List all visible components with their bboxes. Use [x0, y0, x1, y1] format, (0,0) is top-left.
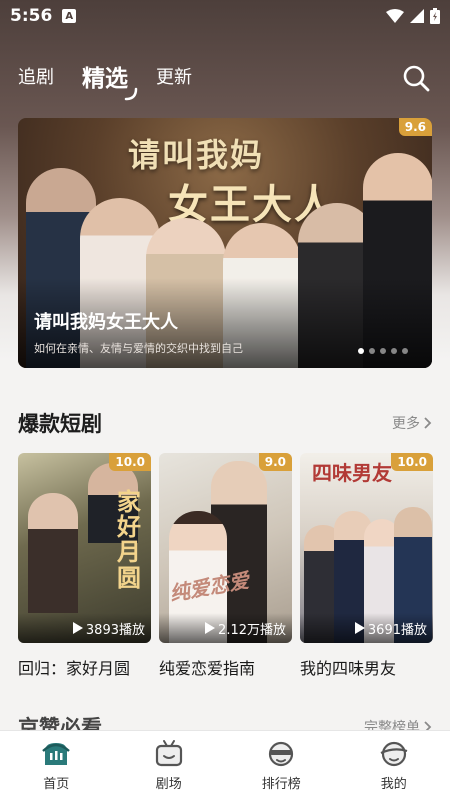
status-time: 5:56 — [10, 6, 53, 26]
tab-featured-label: 精选 — [82, 66, 128, 92]
status-icons — [386, 8, 440, 24]
signal-icon — [410, 9, 424, 23]
tab-featured[interactable]: 精选 — [82, 59, 138, 101]
tab-updates[interactable]: 更新 — [156, 63, 192, 89]
play-count: 2.12万播放 — [159, 613, 292, 643]
nav-ranking[interactable]: 排行榜 — [225, 731, 338, 800]
drama-title: 回归：家好月圆 — [18, 659, 131, 678]
tab-following[interactable]: 追剧 — [18, 63, 54, 89]
battery-icon — [430, 8, 440, 24]
play-icon — [354, 622, 365, 634]
nav-home[interactable]: 首页 — [0, 731, 113, 800]
poster-title-art: 家好月圆 — [117, 487, 141, 592]
play-icon — [72, 622, 83, 634]
ranking-icon — [269, 741, 294, 767]
more-label: 更多 — [392, 416, 420, 432]
banner-pagination — [358, 348, 408, 354]
nav-profile-label: 我的 — [380, 777, 407, 792]
nav-theater[interactable]: 剧场 — [113, 731, 226, 800]
top-tab-bar: 追剧 精选 更新 — [0, 56, 450, 101]
status-bar: 5:56 A — [0, 0, 450, 32]
drama-poster[interactable]: 四味男友 10.0 3691播放 — [300, 453, 433, 643]
pagination-dot[interactable] — [402, 348, 408, 354]
home-icon — [42, 743, 71, 765]
play-count-text: 3893播放 — [85, 622, 145, 638]
drama-title: 纯爱恋爱指南 — [159, 659, 256, 678]
play-count-text: 3691播放 — [367, 622, 427, 638]
banner-rating-badge: 9.6 — [398, 118, 432, 136]
tv-icon — [155, 740, 182, 767]
nav-theater-label: 剧场 — [155, 777, 182, 792]
search-icon[interactable] — [402, 64, 430, 92]
banner-description: 如何在亲情、友情与爱情的交织中找到自己 — [34, 342, 243, 355]
drama-card[interactable]: 家好月圆 10.0 3893播放 回归：家好月圆 — [18, 453, 151, 679]
drama-card[interactable]: 纯爱恋爱 9.0 2.12万播放 纯爱恋爱指南 — [159, 453, 292, 679]
banner-title: 请叫我妈女王大人 — [34, 312, 178, 333]
more-link[interactable]: 更多 — [392, 413, 432, 433]
poster-rating-badge: 9.0 — [258, 453, 292, 471]
play-count: 3893播放 — [18, 613, 151, 643]
play-count: 3691播放 — [300, 613, 433, 643]
pagination-dot[interactable] — [380, 348, 386, 354]
play-count-text: 2.12万播放 — [218, 622, 286, 638]
chevron-right-icon — [424, 417, 432, 429]
nav-profile[interactable]: 我的 — [338, 731, 450, 800]
nav-home-label: 首页 — [43, 777, 70, 792]
drama-poster[interactable]: 纯爱恋爱 9.0 2.12万播放 — [159, 453, 292, 643]
play-icon — [205, 622, 216, 634]
poster-figure — [28, 493, 78, 613]
poster-rating-badge: 10.0 — [391, 453, 433, 471]
wifi-icon — [386, 9, 404, 23]
poster-rating-badge: 10.0 — [109, 453, 151, 471]
featured-banner[interactable]: 请叫我妈 女王大人 9.6 请叫我妈女王大人 如何在亲情、友情与爱情的交织中找到… — [18, 118, 432, 368]
drama-poster[interactable]: 家好月圆 10.0 3893播放 — [18, 453, 151, 643]
notification-icon: A — [62, 9, 77, 23]
banner-art-title-line1: 请叫我妈 — [128, 136, 265, 174]
pagination-dot[interactable] — [358, 348, 364, 354]
active-tab-indicator — [124, 87, 138, 101]
drama-card[interactable]: 四味男友 10.0 3691播放 我的四味男友 — [300, 453, 433, 679]
hot-section-title: 爆款短剧 — [18, 412, 102, 436]
pagination-dot[interactable] — [391, 348, 397, 354]
profile-icon — [380, 741, 408, 767]
nav-ranking-label: 排行榜 — [261, 777, 301, 792]
bottom-nav: 首页 剧场 排行榜 我的 — [0, 730, 450, 800]
pagination-dot[interactable] — [369, 348, 375, 354]
hot-drama-list: 家好月圆 10.0 3893播放 回归：家好月圆 纯爱恋爱 9.0 2.12万播… — [18, 453, 433, 679]
drama-title: 我的四味男友 — [300, 659, 397, 678]
poster-title-art: 四味男友 — [312, 461, 392, 485]
hot-section-header: 爆款短剧 更多 — [18, 408, 432, 438]
